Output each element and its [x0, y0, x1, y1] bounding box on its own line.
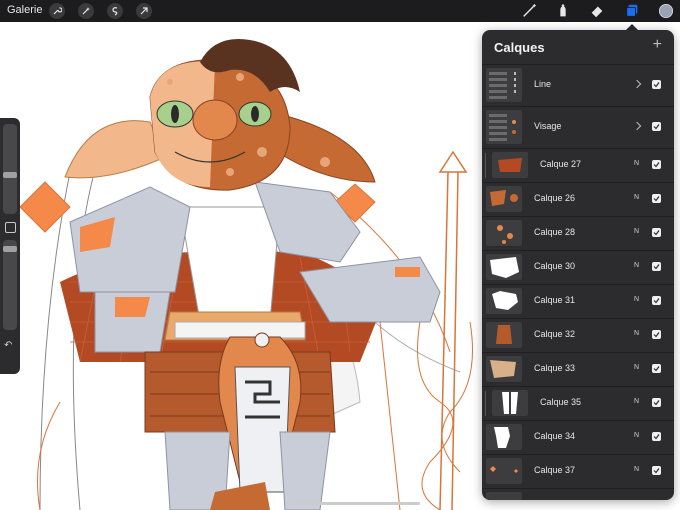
layer-row[interactable]: Calque 34 N	[482, 420, 674, 454]
layer-row-visage[interactable]: Visage	[482, 106, 674, 148]
smudge-icon[interactable]	[554, 2, 572, 20]
layer-row[interactable]: Calque 33 N	[482, 352, 674, 386]
layer-thumbnail	[486, 110, 522, 144]
layer-visibility-checkbox[interactable]	[652, 398, 661, 407]
clipping-indicator	[485, 391, 486, 416]
gallery-button[interactable]: Galerie	[7, 4, 42, 16]
blend-mode-label[interactable]: N	[634, 194, 639, 201]
layer-visibility-checkbox[interactable]	[652, 466, 661, 475]
layer-row[interactable]: Calque 37 N	[482, 454, 674, 488]
layers-list: Line Visage Calque 27 N Calque 26 N Calq…	[482, 64, 674, 500]
wrench-icon[interactable]	[49, 3, 65, 19]
blend-mode-label[interactable]: N	[634, 330, 639, 337]
layer-thumbnail	[486, 322, 522, 348]
layers-icon[interactable]	[623, 2, 641, 20]
selection-icon[interactable]	[107, 3, 123, 19]
layer-thumbnail	[486, 68, 522, 102]
transform-arrow-icon[interactable]	[136, 3, 152, 19]
layer-name: Calque 27	[540, 159, 582, 169]
layer-row-line[interactable]: Line	[482, 64, 674, 106]
layer-row[interactable]: Calque 30 N	[482, 250, 674, 284]
layer-visibility-checkbox[interactable]	[652, 262, 661, 271]
blend-mode-label[interactable]: N	[634, 262, 639, 269]
chevron-right-icon[interactable]	[632, 79, 642, 89]
brush-icon[interactable]	[520, 2, 538, 20]
magic-wand-icon[interactable]	[78, 3, 94, 19]
layer-name: Calque 26	[534, 193, 576, 203]
blend-mode-label[interactable]: N	[634, 398, 639, 405]
blend-mode-label[interactable]: N	[634, 296, 639, 303]
layer-row[interactable]: Calque 31 N	[482, 284, 674, 318]
layer-name: Calque 35	[540, 397, 582, 407]
layer-row[interactable]: Calque 28 N	[482, 216, 674, 250]
layer-visibility-checkbox[interactable]	[652, 330, 661, 339]
blend-mode-label[interactable]: N	[634, 160, 639, 167]
brush-size-slider[interactable]	[3, 124, 17, 214]
layer-name: Calque 32	[534, 329, 576, 339]
layer-row[interactable]: Calque 27 N	[482, 148, 674, 182]
eraser-icon[interactable]	[588, 2, 606, 20]
layer-name: Calque 30	[534, 261, 576, 271]
chevron-right-icon[interactable]	[632, 121, 642, 131]
layer-thumbnail	[486, 492, 522, 500]
layer-visibility-checkbox[interactable]	[652, 364, 661, 373]
layer-thumbnail	[486, 356, 522, 382]
modify-button[interactable]	[5, 222, 16, 233]
undo-icon[interactable]: ↶	[4, 340, 12, 351]
layer-name: Calque 28	[534, 227, 576, 237]
layer-thumbnail	[486, 288, 522, 314]
layer-visibility-checkbox[interactable]	[652, 194, 661, 203]
layer-name: Calque 37	[534, 465, 576, 475]
layer-row[interactable]: Calque 26 N	[482, 182, 674, 216]
layer-thumbnail	[486, 220, 522, 246]
layer-name: Calque 34	[534, 431, 576, 441]
layer-visibility-checkbox[interactable]	[652, 160, 661, 169]
layer-name: Line	[534, 79, 552, 89]
panel-title: Calques	[494, 40, 545, 55]
layer-name: Visage	[534, 121, 562, 131]
layer-name: Calque 31	[534, 295, 576, 305]
layer-name: Calque 33	[534, 363, 576, 373]
layer-thumbnail	[486, 424, 522, 450]
blend-mode-label[interactable]: N	[634, 364, 639, 371]
layer-row[interactable]	[482, 488, 674, 500]
layer-visibility-checkbox[interactable]	[652, 296, 661, 305]
layer-row[interactable]: Calque 32 N	[482, 318, 674, 352]
color-swatch[interactable]	[657, 2, 675, 20]
brush-size-thumb[interactable]	[3, 172, 17, 178]
layers-panel: Calques + Line Visage Calque 27 N Calque…	[482, 30, 674, 500]
layer-visibility-checkbox[interactable]	[652, 122, 661, 131]
clipping-indicator	[485, 153, 486, 178]
layer-thumbnail	[486, 186, 522, 212]
layer-visibility-checkbox[interactable]	[652, 432, 661, 441]
layer-thumbnail	[492, 152, 528, 178]
top-toolbar: Galerie	[0, 0, 680, 22]
opacity-thumb[interactable]	[3, 246, 17, 252]
opacity-slider[interactable]	[3, 240, 17, 330]
add-layer-button[interactable]: +	[653, 36, 662, 54]
layer-thumbnail	[492, 390, 528, 416]
layer-visibility-checkbox[interactable]	[652, 80, 661, 89]
layer-thumbnail	[486, 254, 522, 280]
left-sidebar: ↶	[0, 118, 20, 374]
blend-mode-label[interactable]: N	[634, 432, 639, 439]
layer-thumbnail	[486, 458, 522, 484]
layer-row[interactable]: Calque 35 N	[482, 386, 674, 420]
layer-visibility-checkbox[interactable]	[652, 228, 661, 237]
blend-mode-label[interactable]: N	[634, 228, 639, 235]
blend-mode-label[interactable]: N	[634, 466, 639, 473]
